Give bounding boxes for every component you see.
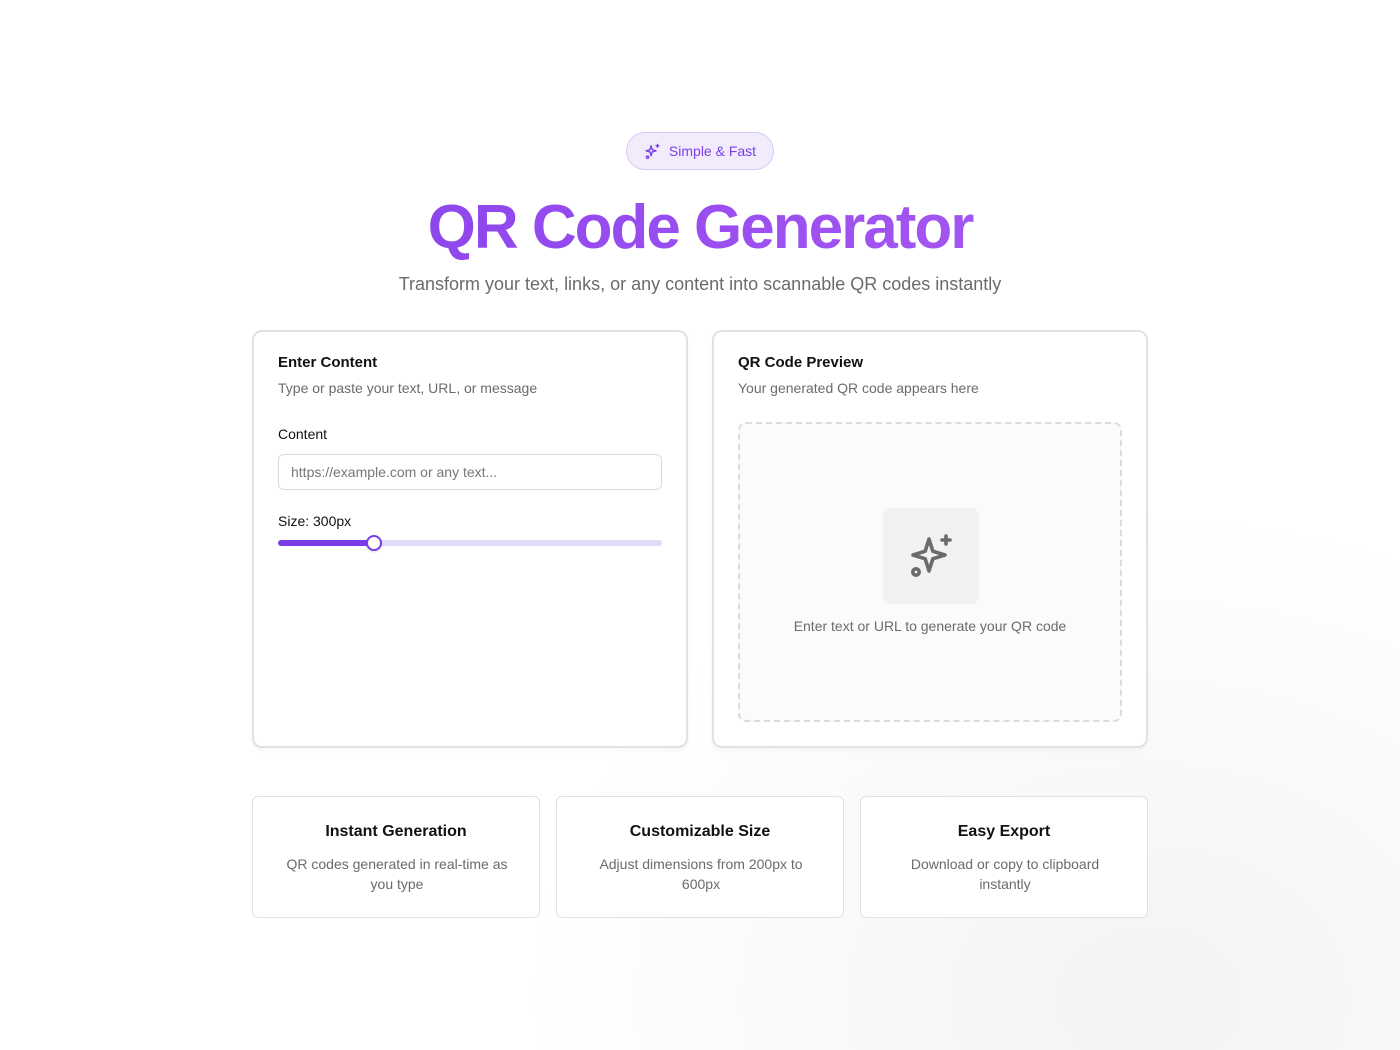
feature-card-instant-generation: Instant Generation QR codes generated in… [252, 796, 540, 918]
qr-preview-description: Your generated QR code appears here [738, 380, 979, 396]
feature-description: QR codes generated in real-time as you t… [286, 856, 508, 892]
empty-state-message: Enter text or URL to generate your QR co… [793, 618, 1067, 634]
page: Simple & Fast QR Code Generator Transfor… [0, 0, 1400, 1050]
size-slider-thumb[interactable] [366, 535, 382, 551]
badge-label: Simple & Fast [668, 143, 757, 159]
enter-content-card: Enter Content Type or paste your text, U… [252, 330, 688, 748]
page-subtitle: Transform your text, links, or any conte… [398, 274, 1002, 294]
feature-title: Customizable Size [629, 823, 771, 840]
feature-description: Adjust dimensions from 200px to 600px [599, 856, 803, 892]
enter-content-title: Enter Content [278, 354, 378, 371]
simple-fast-badge: Simple & Fast [626, 132, 774, 170]
feature-title: Instant Generation [325, 823, 467, 840]
sparkles-icon [645, 143, 660, 159]
size-slider[interactable] [278, 535, 662, 551]
feature-title: Easy Export [957, 823, 1051, 840]
content-input[interactable] [278, 454, 662, 490]
qr-preview-area: Enter text or URL to generate your QR co… [738, 422, 1122, 722]
qr-preview-card: QR Code Preview Your generated QR code a… [712, 330, 1148, 748]
size-slider-fill [278, 540, 374, 546]
page-title: QR Code Generator [0, 190, 1400, 266]
qr-preview-title: QR Code Preview [738, 354, 864, 371]
empty-state-icon-tile [883, 508, 979, 604]
feature-card-customizable-size: Customizable Size Adjust dimensions from… [556, 796, 844, 918]
feature-description: Download or copy to clipboard instantly [910, 856, 1100, 892]
enter-content-description: Type or paste your text, URL, or message [278, 380, 538, 396]
feature-card-easy-export: Easy Export Download or copy to clipboar… [860, 796, 1148, 918]
size-label: Size: 300px [278, 513, 352, 529]
content-label: Content [278, 426, 328, 442]
sparkles-icon [911, 534, 952, 577]
